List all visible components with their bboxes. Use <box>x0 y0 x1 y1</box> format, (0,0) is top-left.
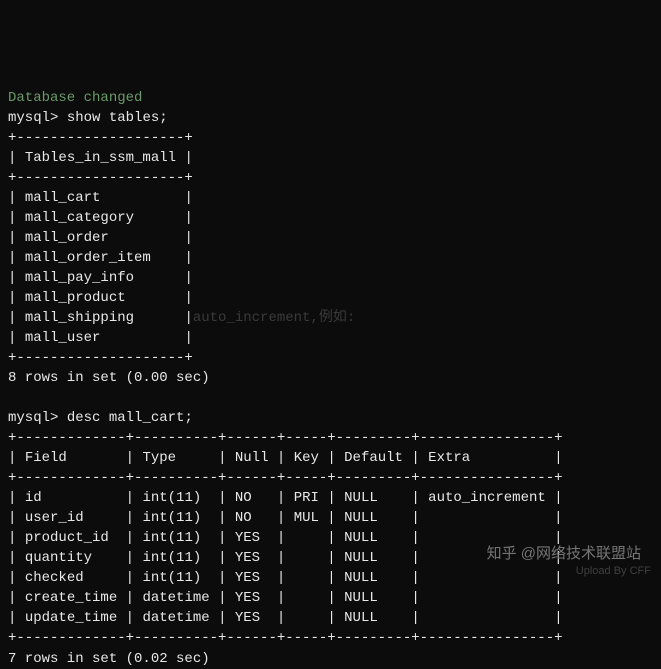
cell-type: int(11) <box>142 550 201 566</box>
cell-null: YES <box>235 570 260 586</box>
prompt: mysql> <box>8 410 58 426</box>
cell-default: NULL <box>344 530 378 546</box>
table-row: mall_product <box>25 290 126 306</box>
cell-type: int(11) <box>142 530 201 546</box>
table-row: mall_order_item <box>25 250 151 266</box>
command-show-tables: show tables; <box>67 110 168 126</box>
table-border: +--------------------+ <box>8 130 193 146</box>
cell-null: YES <box>235 610 260 626</box>
col-field: Field <box>25 450 67 466</box>
cell-default: NULL <box>344 550 378 566</box>
prompt: mysql> <box>8 110 58 126</box>
cell-field: id <box>25 490 42 506</box>
col-extra: Extra <box>428 450 470 466</box>
table-row: mall_order <box>25 230 109 246</box>
cell-null: YES <box>235 590 260 606</box>
cell-field: checked <box>25 570 84 586</box>
cell-default: NULL <box>344 570 378 586</box>
cell-type: int(11) <box>142 510 201 526</box>
table-row: mall_pay_info <box>25 270 134 286</box>
cell-null: NO <box>235 510 252 526</box>
cell-field: quantity <box>25 550 92 566</box>
tables-column-header: Tables_in_ssm_mall <box>25 150 176 166</box>
desc-border: +-------------+----------+------+-----+-… <box>8 470 563 486</box>
table-row: mall_shipping <box>25 310 134 326</box>
command-desc: desc mall_cart; <box>67 410 193 426</box>
desc-border: +-------------+----------+------+-----+-… <box>8 430 563 446</box>
status-line: Database changed <box>8 90 142 106</box>
cell-field: product_id <box>25 530 109 546</box>
cell-default: NULL <box>344 510 378 526</box>
cell-null: YES <box>235 530 260 546</box>
cell-type: int(11) <box>142 490 201 506</box>
col-null: Null <box>235 450 269 466</box>
watermark-zhihu: 知乎 @网络技术联盟站 <box>487 543 641 564</box>
cell-key: MUL <box>294 510 319 526</box>
cell-null: NO <box>235 490 252 506</box>
cell-field: update_time <box>25 610 117 626</box>
result-summary: 8 rows in set (0.00 sec) <box>8 370 210 386</box>
cell-extra: auto_increment <box>428 490 546 506</box>
col-key: Key <box>294 450 319 466</box>
desc-border: +-------------+----------+------+-----+-… <box>8 630 563 646</box>
cell-type: datetime <box>142 590 209 606</box>
cell-default: NULL <box>344 610 378 626</box>
result-summary: 7 rows in set (0.02 sec) <box>8 651 210 667</box>
table-row: mall_user <box>25 330 101 346</box>
cell-field: user_id <box>25 510 84 526</box>
cell-type: int(11) <box>142 570 201 586</box>
cell-type: datetime <box>142 610 209 626</box>
cell-default: NULL <box>344 490 378 506</box>
watermark-upload: Upload By CFF <box>576 564 651 580</box>
col-default: Default <box>344 450 403 466</box>
table-row: mall_cart <box>25 190 101 206</box>
ghost-text: auto_increment,例如: <box>193 310 355 326</box>
cell-null: YES <box>235 550 260 566</box>
cell-field: create_time <box>25 590 117 606</box>
cell-default: NULL <box>344 590 378 606</box>
table-border: +--------------------+ <box>8 170 193 186</box>
col-type: Type <box>142 450 176 466</box>
table-border: +--------------------+ <box>8 350 193 366</box>
table-row: mall_category <box>25 210 134 226</box>
cell-key: PRI <box>294 490 319 506</box>
